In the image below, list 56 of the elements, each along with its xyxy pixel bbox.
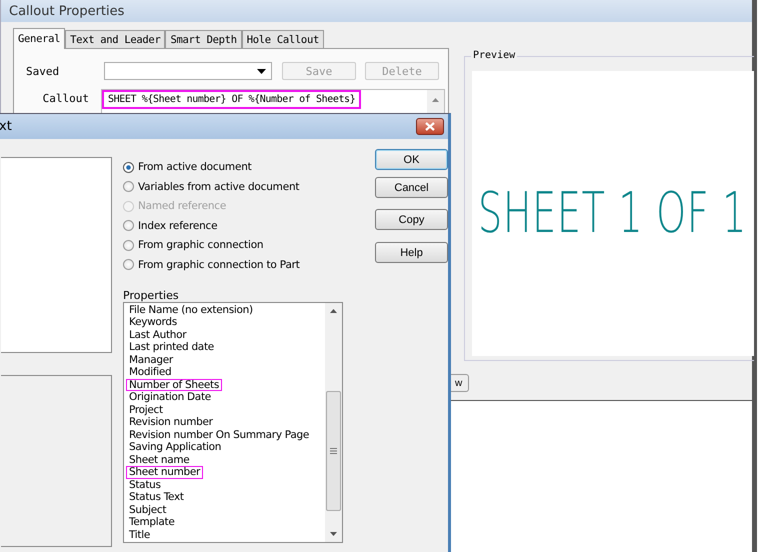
saved-dropdown[interactable] <box>104 62 272 80</box>
grip-icon <box>330 448 337 454</box>
radio-label: From graphic connection <box>138 239 264 252</box>
radio-label: From graphic connection to Part <box>138 258 300 271</box>
list-item[interactable]: Keywords <box>126 316 180 329</box>
dialog-button[interactable]: Cancel <box>375 177 448 198</box>
list-item[interactable]: Status Text <box>126 491 187 504</box>
tab[interactable]: Text and Leader <box>65 30 166 48</box>
callout-text: SHEET %{Sheet number} OF %{Number of Sheets} <box>102 90 362 109</box>
tab[interactable]: Smart Depth <box>165 30 242 48</box>
scroll-up-icon <box>330 308 337 313</box>
radio-button[interactable] <box>123 220 134 232</box>
radio-label: Named reference <box>138 200 226 212</box>
radio-button[interactable] <box>123 162 134 172</box>
radio-button[interactable] <box>123 240 134 251</box>
group-label: Preview <box>471 50 518 61</box>
dialog-button[interactable]: OK <box>375 149 448 170</box>
tab[interactable]: Hole Callout <box>242 30 324 48</box>
scrollbar[interactable] <box>325 302 342 542</box>
field-label: Saved <box>25 64 60 78</box>
field-label: Callout <box>42 91 90 107</box>
dialog-button[interactable]: Copy <box>375 209 448 230</box>
list-item[interactable]: Last printed date <box>126 341 217 354</box>
list-item[interactable]: Sheet name <box>126 454 192 466</box>
list-item[interactable]: Number of Sheets <box>126 378 222 392</box>
tab[interactable]: General <box>13 28 66 49</box>
list-item[interactable]: Last Author <box>126 328 190 342</box>
preview-button[interactable]: w <box>449 374 469 392</box>
preview-text: SHEET 1 OF 1 <box>478 181 747 246</box>
radio-label: From active document <box>138 161 252 173</box>
properties-list[interactable] <box>123 302 343 543</box>
close-button[interactable] <box>416 118 444 135</box>
dialog-button[interactable]: Help <box>375 242 448 263</box>
list-item[interactable]: Template <box>126 516 178 529</box>
list-item[interactable]: Sheet number <box>126 466 204 479</box>
list-item[interactable]: Subject <box>126 504 170 516</box>
radio-button[interactable] <box>123 181 134 192</box>
caret-icon <box>257 68 266 74</box>
list-label: Properties <box>123 288 180 302</box>
radio-button[interactable] <box>123 259 134 270</box>
list-item[interactable]: Saving Application <box>126 441 224 454</box>
close-icon <box>425 122 435 131</box>
list-item[interactable]: Project <box>126 404 166 416</box>
list-item[interactable]: File Name (no extension) <box>126 304 256 316</box>
list-item[interactable]: Origination Date <box>126 391 214 404</box>
scroll-down-icon <box>330 532 337 536</box>
radio-label: Variables from active document <box>138 180 300 193</box>
list-item[interactable]: Manager <box>126 354 176 366</box>
window-title: Callout Properties <box>9 4 124 18</box>
list-item[interactable]: Status <box>126 478 164 492</box>
radio-label: Index reference <box>138 220 218 232</box>
list-item[interactable]: Modified <box>126 366 174 379</box>
scroll-up-icon <box>432 98 439 102</box>
list-item[interactable]: Title <box>126 528 154 542</box>
list-item[interactable]: Revision number <box>126 416 216 429</box>
list-item[interactable]: Revision number On Summary Page <box>126 428 312 442</box>
